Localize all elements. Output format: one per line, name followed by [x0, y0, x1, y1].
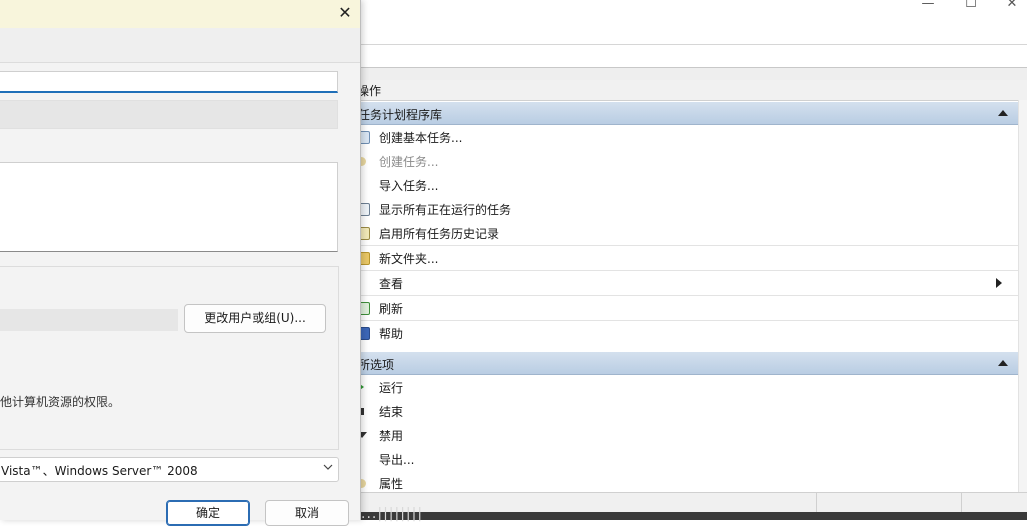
action-label: 创建任务... — [379, 155, 439, 169]
action-label: 新文件夹... — [379, 252, 439, 266]
submenu-arrow-icon — [996, 278, 1002, 288]
status-bar — [361, 492, 1027, 513]
action-label: 启用所有任务历史记录 — [379, 227, 500, 241]
action-create-basic-task[interactable]: 创建基本任务... — [355, 125, 1018, 149]
task-description-textarea[interactable] — [0, 162, 338, 252]
action-label: 帮助 — [379, 327, 404, 341]
section-header-selected-item[interactable]: 所选项 — [355, 352, 1018, 375]
action-label: 属性 — [379, 477, 404, 491]
app-titlebar: — ☐ ✕ — [361, 0, 1027, 18]
action-refresh[interactable]: 刷新 — [355, 296, 1018, 321]
maximize-button[interactable]: ☐ — [961, 0, 981, 11]
action-help[interactable]: 帮助 — [355, 321, 1018, 345]
status-divider — [816, 493, 817, 513]
action-disable[interactable]: 禁用 — [355, 423, 1018, 447]
section-header-library[interactable]: 任务计划程序库 — [355, 102, 1018, 125]
action-label: 查看 — [379, 277, 404, 291]
task-name-input[interactable] — [0, 71, 338, 93]
user-account-field — [0, 309, 178, 331]
task-dialog: ✕ 更改用户或组(U)... 他计算机资源的权限。 Vista™、Windows… — [0, 0, 361, 526]
status-divider — [961, 493, 962, 513]
section-title: 所选项 — [358, 358, 395, 372]
task-location-field — [0, 100, 338, 129]
action-label: 刷新 — [379, 302, 404, 316]
action-export[interactable]: 导出... — [355, 447, 1018, 471]
action-label: 结束 — [379, 405, 404, 419]
app-toolbar — [361, 45, 1027, 68]
action-show-running-tasks[interactable]: 显示所有正在运行的任务 — [355, 197, 1018, 221]
ok-button[interactable]: 确定 — [166, 500, 250, 526]
action-label: 运行 — [379, 381, 404, 395]
security-options-group — [0, 266, 339, 450]
actions-pane: 操作 任务计划程序库 创建基本任务... 创建任务... 导入任务... 显示所… — [355, 80, 1027, 492]
dialog-close-button[interactable]: ✕ — [333, 2, 357, 24]
dialog-titlebar: ✕ — [0, 0, 360, 28]
change-user-button[interactable]: 更改用户或组(U)... — [184, 304, 326, 333]
action-label: 禁用 — [379, 429, 404, 443]
dialog-tab-strip — [0, 28, 360, 63]
bottom-strip: ...|||||||| — [361, 506, 1027, 522]
actions-pane-scrollbar[interactable] — [1018, 100, 1027, 492]
pane-separator — [361, 68, 1027, 80]
section-title: 任务计划程序库 — [358, 108, 443, 122]
action-create-task[interactable]: 创建任务... — [355, 149, 1018, 173]
security-description-text: 他计算机资源的权限。 — [0, 395, 121, 409]
collapse-arrow-icon[interactable] — [998, 360, 1008, 366]
app-menubar — [361, 18, 1027, 45]
action-new-folder[interactable]: 新文件夹... — [355, 246, 1018, 271]
collapse-arrow-icon[interactable] — [998, 110, 1008, 116]
action-label: 显示所有正在运行的任务 — [379, 203, 512, 217]
cancel-button[interactable]: 取消 — [265, 500, 349, 526]
close-window-button[interactable]: ✕ — [1002, 0, 1022, 11]
action-label: 创建基本任务... — [379, 131, 463, 145]
action-end[interactable]: 结束 — [355, 399, 1018, 423]
action-label: 导出... — [379, 453, 415, 467]
action-run[interactable]: 运行 — [355, 375, 1018, 399]
action-enable-history[interactable]: 启用所有任务历史记录 — [355, 221, 1018, 246]
action-import-task[interactable]: 导入任务... — [355, 173, 1018, 197]
actions-pane-header: 操作 — [355, 80, 1027, 101]
configure-for-select[interactable]: Vista™、Windows Server™ 2008 — [0, 457, 339, 482]
configure-for-value: Vista™、Windows Server™ 2008 — [1, 464, 198, 478]
minimize-button[interactable]: — — [918, 0, 938, 11]
chevron-down-icon — [323, 464, 333, 470]
action-view[interactable]: 查看 — [355, 271, 1018, 296]
action-label: 导入任务... — [379, 179, 439, 193]
